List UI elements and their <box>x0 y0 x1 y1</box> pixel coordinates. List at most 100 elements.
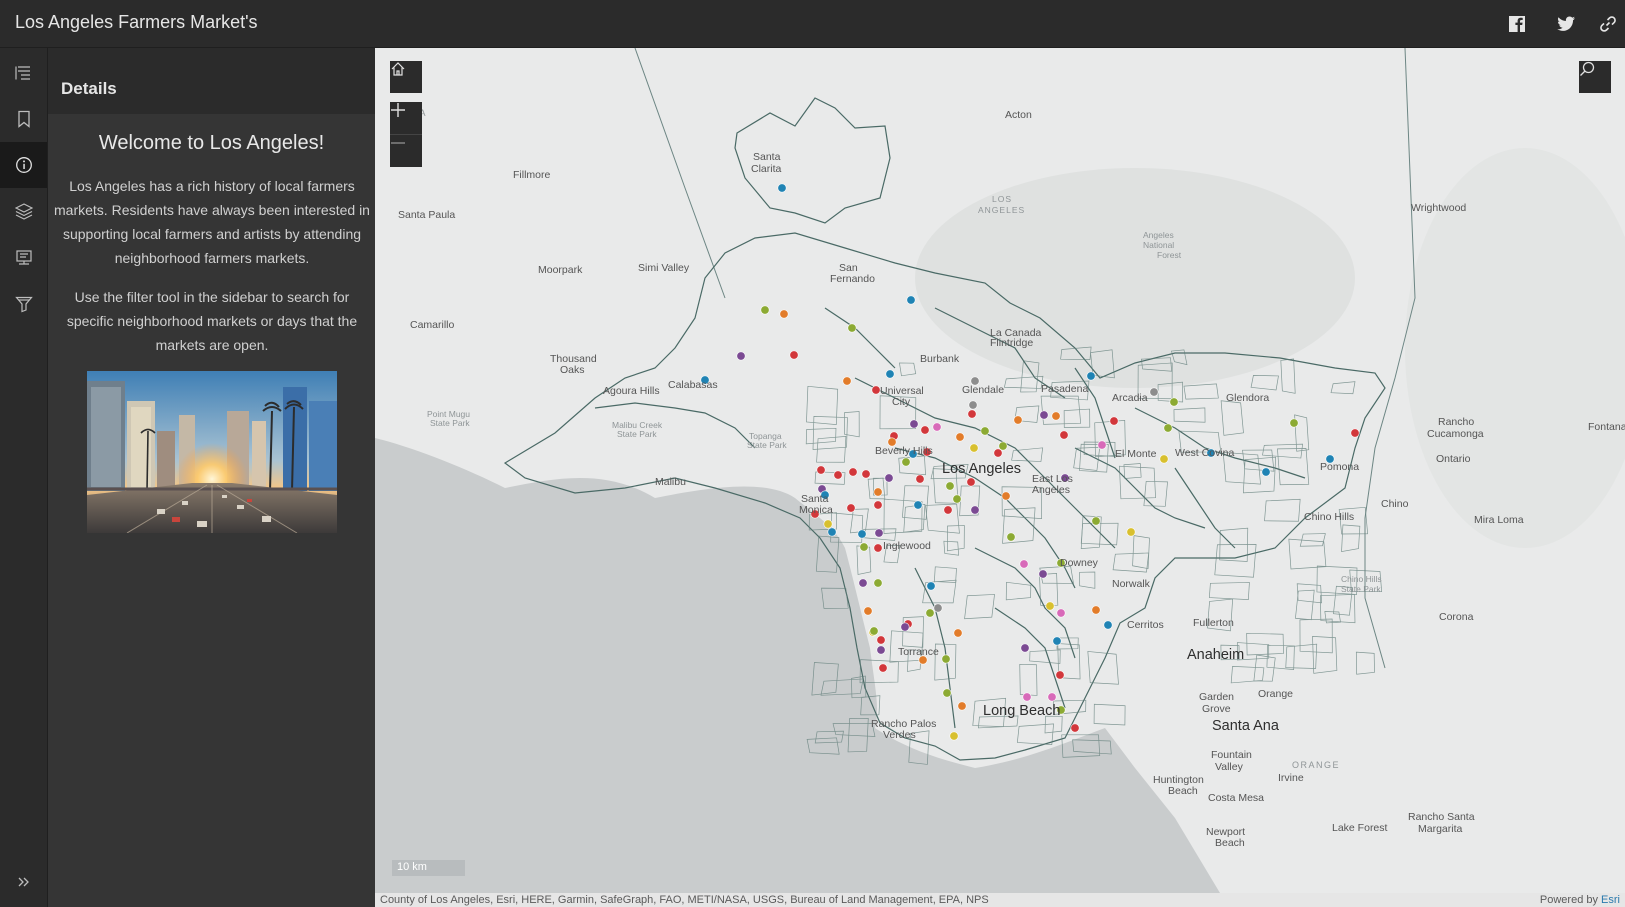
legend-button[interactable] <box>0 50 47 96</box>
market-point[interactable] <box>967 409 977 419</box>
market-point[interactable] <box>876 645 886 655</box>
market-point[interactable] <box>926 581 936 591</box>
market-point[interactable] <box>873 543 883 553</box>
market-point[interactable] <box>1045 601 1055 611</box>
market-point[interactable] <box>920 425 930 435</box>
market-point[interactable] <box>1051 411 1061 421</box>
market-point[interactable] <box>789 350 799 360</box>
market-point[interactable] <box>900 622 910 632</box>
market-point[interactable] <box>998 441 1008 451</box>
market-point[interactable] <box>941 654 951 664</box>
market-point[interactable] <box>827 527 837 537</box>
market-point[interactable] <box>861 469 871 479</box>
home-button[interactable] <box>390 61 422 93</box>
market-point[interactable] <box>857 529 867 539</box>
market-point[interactable] <box>1022 692 1032 702</box>
market-point[interactable] <box>823 519 833 529</box>
market-point[interactable] <box>760 305 770 315</box>
market-point[interactable] <box>1070 723 1080 733</box>
market-point[interactable] <box>901 457 911 467</box>
market-point[interactable] <box>1149 387 1159 397</box>
market-point[interactable] <box>1109 416 1119 426</box>
market-point[interactable] <box>1052 636 1062 646</box>
market-point[interactable] <box>1261 467 1271 477</box>
market-point[interactable] <box>1055 670 1065 680</box>
market-point[interactable] <box>884 473 894 483</box>
bookmarks-button[interactable] <box>0 96 47 142</box>
search-button[interactable] <box>1579 61 1611 93</box>
market-point[interactable] <box>873 500 883 510</box>
market-point[interactable] <box>847 323 857 333</box>
market-point[interactable] <box>1086 371 1096 381</box>
market-point[interactable] <box>1126 527 1136 537</box>
market-point[interactable] <box>863 606 873 616</box>
basemap-button[interactable] <box>0 235 47 281</box>
market-point[interactable] <box>1091 605 1101 615</box>
market-point[interactable] <box>1350 428 1360 438</box>
market-point[interactable] <box>736 351 746 361</box>
market-point[interactable] <box>966 477 976 487</box>
market-point[interactable] <box>869 626 879 636</box>
market-point[interactable] <box>906 295 916 305</box>
map-view[interactable]: Acton Santa Clarita Fillmore Santa Paula … <box>375 48 1625 893</box>
market-point[interactable] <box>848 467 858 477</box>
market-point[interactable] <box>980 426 990 436</box>
market-point[interactable] <box>859 542 869 552</box>
market-point[interactable] <box>1056 608 1066 618</box>
market-point[interactable] <box>943 505 953 515</box>
market-point[interactable] <box>1289 418 1299 428</box>
market-point[interactable] <box>955 432 965 442</box>
market-point[interactable] <box>942 688 952 698</box>
market-point[interactable] <box>993 448 1003 458</box>
market-point[interactable] <box>1001 491 1011 501</box>
market-point[interactable] <box>913 500 923 510</box>
market-point[interactable] <box>885 369 895 379</box>
market-point[interactable] <box>953 628 963 638</box>
market-point[interactable] <box>874 528 884 538</box>
market-point[interactable] <box>933 603 943 613</box>
market-point[interactable] <box>952 494 962 504</box>
market-point[interactable] <box>871 385 881 395</box>
market-point[interactable] <box>833 470 843 480</box>
market-point[interactable] <box>1038 569 1048 579</box>
expand-button[interactable] <box>0 859 47 905</box>
layers-button[interactable] <box>0 188 47 234</box>
market-point[interactable] <box>1163 423 1173 433</box>
market-point[interactable] <box>1059 430 1069 440</box>
link-icon[interactable] <box>1596 12 1620 36</box>
market-point[interactable] <box>968 400 978 410</box>
details-button[interactable] <box>0 142 47 188</box>
market-point[interactable] <box>1013 415 1023 425</box>
market-point[interactable] <box>949 731 959 741</box>
market-point[interactable] <box>873 487 883 497</box>
market-point[interactable] <box>945 481 955 491</box>
market-point[interactable] <box>777 183 787 193</box>
market-point[interactable] <box>1091 516 1101 526</box>
market-point[interactable] <box>1020 643 1030 653</box>
market-point[interactable] <box>858 578 868 588</box>
market-point[interactable] <box>846 503 856 513</box>
market-point[interactable] <box>970 505 980 515</box>
market-point[interactable] <box>1006 532 1016 542</box>
market-point[interactable] <box>1103 620 1113 630</box>
market-point[interactable] <box>779 309 789 319</box>
market-point[interactable] <box>1047 692 1057 702</box>
market-point[interactable] <box>1159 454 1169 464</box>
market-point[interactable] <box>816 465 826 475</box>
market-point[interactable] <box>878 663 888 673</box>
market-point[interactable] <box>842 376 852 386</box>
market-point[interactable] <box>876 635 886 645</box>
esri-link[interactable]: Esri <box>1601 894 1620 906</box>
market-point[interactable] <box>1097 440 1107 450</box>
market-point[interactable] <box>909 419 919 429</box>
filter-button[interactable] <box>0 281 47 327</box>
twitter-icon[interactable] <box>1554 12 1578 36</box>
market-point[interactable] <box>925 608 935 618</box>
market-point[interactable] <box>1039 410 1049 420</box>
market-point[interactable] <box>969 443 979 453</box>
zoom-out-button[interactable] <box>390 134 422 167</box>
market-point[interactable] <box>1019 559 1029 569</box>
facebook-icon[interactable] <box>1505 12 1529 36</box>
market-point[interactable] <box>1169 397 1179 407</box>
market-point[interactable] <box>932 422 942 432</box>
